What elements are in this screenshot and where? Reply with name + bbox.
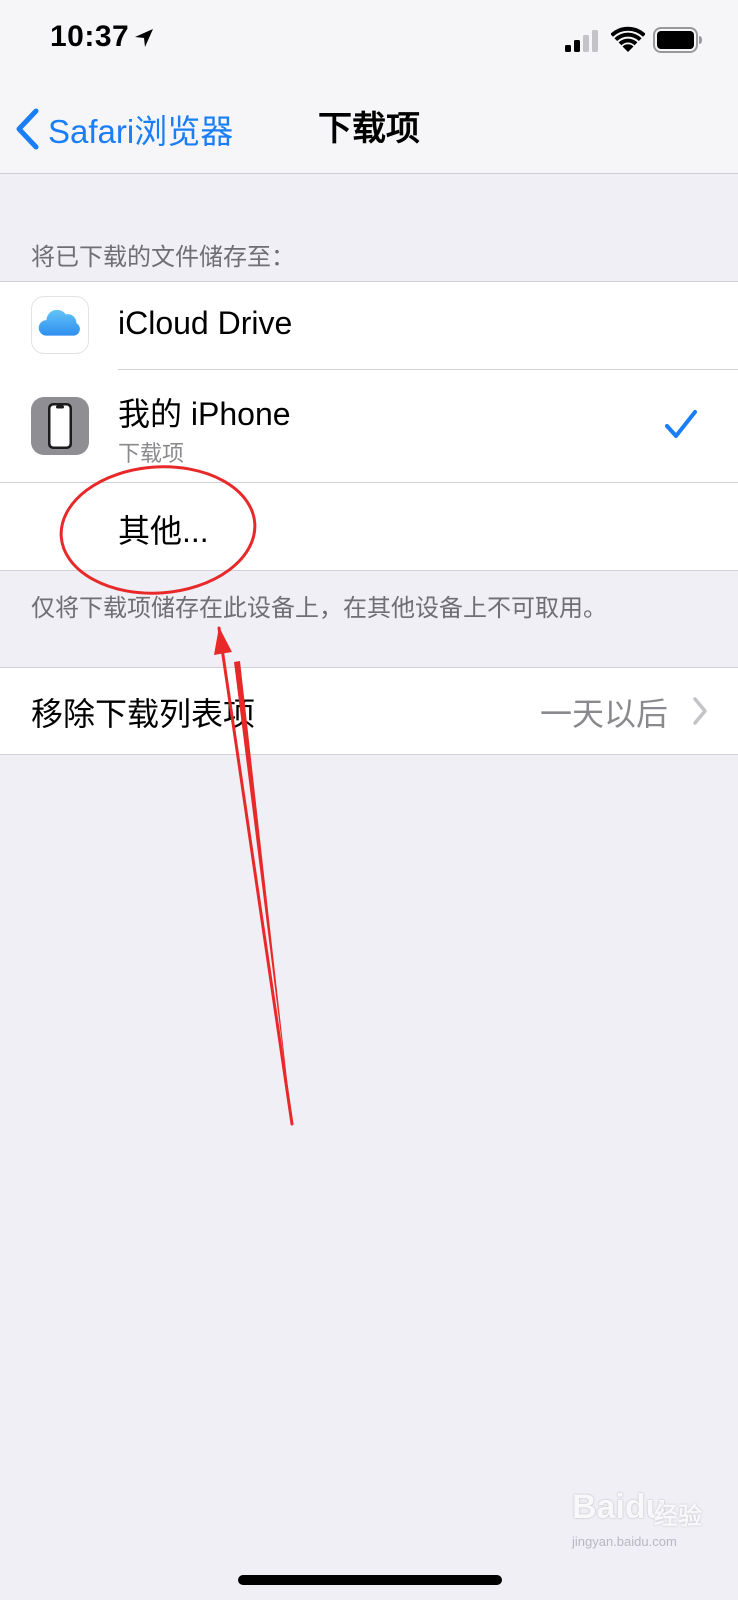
back-button[interactable]: Safari浏览器 [14,106,233,152]
status-time: 10:37 [50,20,130,53]
navigation-bar: 下载项 Safari浏览器 [0,84,738,174]
wifi-icon [611,26,645,52]
baidu-watermark: Baidu 经验 jingyan.baidu.com [568,1484,718,1560]
remove-value: 一天以后 [539,696,668,732]
watermark-brand: Baidu [572,1488,667,1526]
annotation-arrowhead [214,627,232,655]
chevron-left-icon [16,108,39,150]
option-my-iphone[interactable]: 我的 iPhone 下载项 [0,370,738,482]
battery-icon [653,27,702,53]
watermark-url: jingyan.baidu.com [572,1534,677,1549]
home-indicator[interactable] [238,1575,502,1585]
status-bar: 10:37 [0,0,738,84]
back-button-label: Safari浏览器 [48,113,234,150]
iphone-icon [31,397,89,455]
storage-section-header: 将已下载的文件储存至： [31,244,295,271]
option-label: 其他... [118,513,209,549]
storage-section-footer: 仅将下载项储存在此设备上，在其他设备上不可取用。 [31,595,607,622]
option-other[interactable]: 其他... [0,483,738,570]
option-label: 我的 iPhone [118,396,291,432]
cellular-signal-icon [565,30,598,52]
icloud-icon [31,296,89,354]
chevron-right-icon [693,697,707,725]
remove-label: 移除下载列表项 [31,696,256,732]
storage-options-group: iCloud Drive 我的 iPhone 下载项 其他... [0,281,738,571]
option-label: iCloud Drive [118,305,293,341]
option-icloud-drive[interactable]: iCloud Drive [0,282,738,369]
option-sublabel: 下载项 [118,441,185,466]
remove-download-list-items-row[interactable]: 移除下载列表项 一天以后 [0,668,738,754]
location-arrow-icon [135,29,153,47]
watermark-brand-suffix: 经验 [654,1503,702,1530]
checkmark-icon [665,410,697,438]
remove-downloads-group: 移除下载列表项 一天以后 [0,667,738,755]
